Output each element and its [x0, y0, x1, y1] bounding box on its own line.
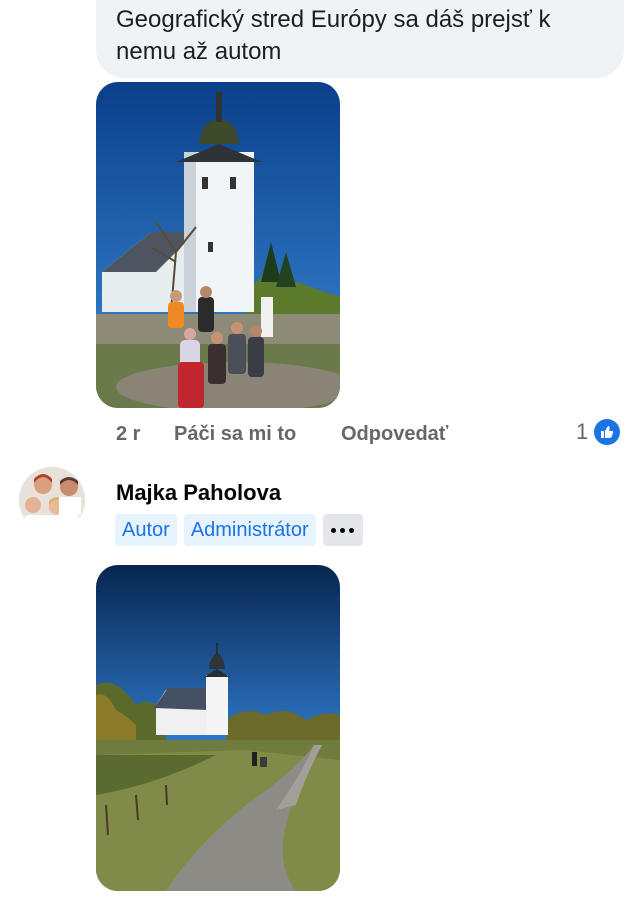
comment-thread: Geografický stred Európy sa dáš prejsť k… [0, 0, 642, 900]
comment-bubble: Geografický stred Európy sa dáš prejsť k… [96, 0, 624, 78]
reaction-summary[interactable]: 1 [576, 417, 621, 447]
reaction-count: 1 [576, 419, 589, 444]
comment-timestamp[interactable]: 2 r [116, 423, 174, 446]
like-button[interactable]: Páči sa mi to [174, 423, 341, 446]
admin-badge: Administrátor [183, 514, 316, 546]
avatar[interactable] [19, 467, 85, 533]
comment-actions: 2 r Páči sa mi to Odpovedať [116, 420, 448, 448]
more-options-icon[interactable] [322, 514, 363, 546]
author-badge: Autor [115, 514, 177, 546]
comment-text: Geografický stred Európy sa dáš prejsť k… [116, 6, 551, 65]
comment-photo-church-group[interactable] [96, 82, 340, 408]
thumbs-up-icon [594, 419, 621, 445]
reply-button[interactable]: Odpovedať [341, 423, 448, 446]
reply-photo-church-road[interactable] [96, 565, 340, 891]
reply-author-name[interactable]: Majka Paholova [116, 480, 281, 506]
author-badges: Autor Administrátor [115, 514, 363, 546]
